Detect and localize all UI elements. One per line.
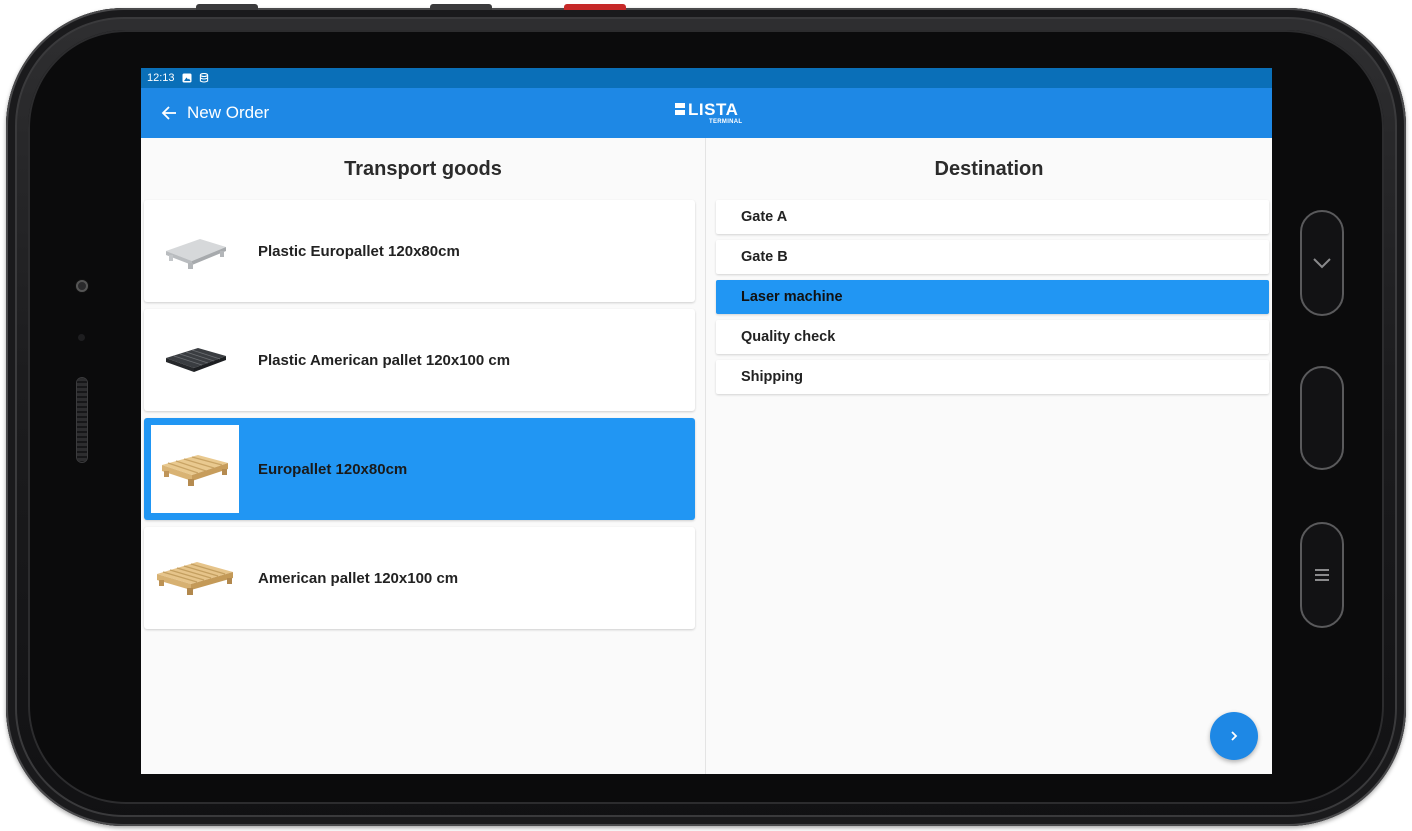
app-bar: New Order LISTA TERMINAL [141, 88, 1272, 138]
transport-goods-heading: Transport goods [344, 157, 502, 180]
destination-pane: Destination Gate A Gate B Laser machine … [706, 138, 1272, 774]
image-notification-icon [182, 73, 192, 83]
goods-label: Plastic American pallet 120x100 cm [258, 351, 511, 369]
chevron-down-icon [1313, 258, 1331, 269]
destination-heading: Destination [934, 157, 1044, 180]
transport-goods-pane: Transport goods Plastic Europallet 120x8… [141, 138, 706, 774]
destination-item-gate-b[interactable]: Gate B [716, 240, 1269, 274]
wooden-american-pallet-image [151, 534, 239, 622]
front-camera [76, 280, 88, 292]
goods-item-american-pallet[interactable]: American pallet 120x100 cm [144, 527, 695, 629]
goods-item-europallet[interactable]: Europallet 120x80cm [144, 418, 695, 520]
menu-icon [1315, 569, 1329, 581]
side-button [430, 4, 492, 10]
lista-logo: LISTA TERMINAL [675, 100, 749, 126]
logo-text: LISTA [688, 100, 739, 119]
emergency-button [564, 4, 626, 10]
back-button[interactable] [151, 95, 187, 131]
goods-label: Plastic Europallet 120x80cm [258, 242, 460, 260]
destination-list: Gate A Gate B Laser machine Quality chec… [706, 200, 1272, 394]
destination-item-gate-a[interactable]: Gate A [716, 200, 1269, 234]
status-time: 12:13 [147, 72, 175, 84]
volume-button [196, 4, 258, 10]
destination-item-shipping[interactable]: Shipping [716, 360, 1269, 394]
back-key[interactable] [1300, 522, 1344, 628]
next-button[interactable] [1210, 712, 1258, 760]
light-sensor [78, 334, 85, 341]
speaker-grille [77, 378, 87, 462]
destination-item-quality-check[interactable]: Quality check [716, 320, 1269, 354]
home-key[interactable] [1300, 366, 1344, 470]
content-area: Transport goods Plastic Europallet 120x8… [141, 138, 1272, 774]
goods-item-plastic-american-pallet[interactable]: Plastic American pallet 120x100 cm [144, 309, 695, 411]
arrow-left-icon [161, 106, 176, 120]
destination-item-laser-machine[interactable]: Laser machine [716, 280, 1269, 314]
goods-item-plastic-europallet[interactable]: Plastic Europallet 120x80cm [144, 200, 695, 302]
chevron-right-icon [1231, 731, 1238, 741]
storage-notification-icon [199, 73, 208, 83]
transport-goods-list: Plastic Europallet 120x80cm Plastic Amer… [141, 200, 705, 629]
recent-apps-key[interactable] [1300, 210, 1344, 316]
screen: 12:13 New Order LISTA TERMINAL Transport [141, 68, 1272, 774]
status-bar: 12:13 [141, 68, 1272, 88]
page-title: New Order [187, 103, 270, 122]
logo-subtext: TERMINAL [709, 119, 743, 125]
plastic-europallet-image [151, 207, 239, 295]
goods-label: Europallet 120x80cm [258, 460, 408, 478]
logo-mark [675, 103, 685, 115]
wooden-europallet-image [151, 425, 239, 513]
plastic-american-pallet-image [151, 316, 239, 404]
goods-label: American pallet 120x100 cm [258, 569, 459, 587]
